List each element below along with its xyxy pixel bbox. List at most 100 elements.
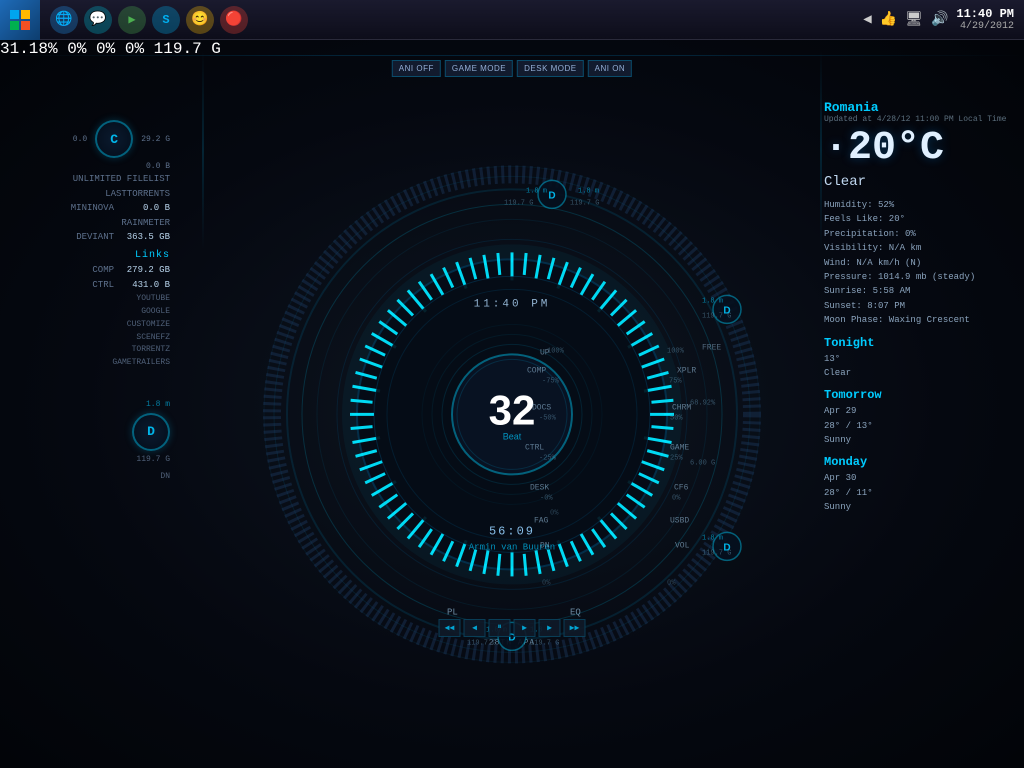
google-link[interactable]: GOOGLE xyxy=(10,306,170,319)
date-display: 4/29/2012 xyxy=(956,21,1014,32)
mininova-label: MININOVA xyxy=(71,202,114,215)
comp-item: COMP 279.2 GB xyxy=(10,264,170,277)
pressure: Pressure: 1014.9 mb (steady) xyxy=(824,270,1009,284)
tomorrow-title: Tomorrow xyxy=(824,388,1009,402)
deviant-item: DEVIANT 363.5 GB xyxy=(10,231,170,244)
stat-zero: 0.0 B xyxy=(10,162,170,171)
youtube-link[interactable]: YOUTUBE xyxy=(10,293,170,306)
svg-text:0%: 0% xyxy=(667,579,676,587)
lasttorrents-item: LASTTORRENTS xyxy=(10,188,170,201)
app-red-icon[interactable]: 🔴 xyxy=(220,6,248,34)
svg-text:USBD: USBD xyxy=(670,516,689,525)
svg-text:-75%: -75% xyxy=(542,377,560,385)
ctrl-label: CTRL xyxy=(92,279,114,292)
vertical-line-right xyxy=(820,50,822,250)
clock: 11:40 PM 4/29/2012 xyxy=(956,7,1014,32)
desk-mode-button[interactable]: DESK MODE xyxy=(517,60,584,77)
svg-text:1.8 m: 1.8 m xyxy=(578,187,599,195)
hud-center: 32 Beat 11:40 PM 56:09 Armin van Buuren … xyxy=(252,154,772,674)
svg-text:119.7 G: 119.7 G xyxy=(467,639,496,647)
ctrl-value: 431.0 B xyxy=(120,279,170,292)
taskbar: 🌐 💬 ▶ S 😊 🔴 ◀ 👍 🖥 🔊 11:40 PM 4/29/2012 xyxy=(0,0,1024,40)
svg-text:-25%: -25% xyxy=(539,454,557,462)
skype-icon[interactable]: S xyxy=(152,6,180,34)
wind: Wind: N/A km/h (N) xyxy=(824,256,1009,270)
tomorrow-forecast: Apr 29 28° / 13° Sunny xyxy=(824,404,1009,447)
game-mode-button[interactable]: GAME MODE xyxy=(445,60,513,77)
svg-text:FAG: FAG xyxy=(534,516,549,525)
weather-updated: Updated at 4/28/12 11:00 PM Local Time xyxy=(824,115,1009,124)
back-icon[interactable]: ◀ xyxy=(863,11,871,28)
taskbar-right: ◀ 👍 🖥 🔊 11:40 PM 4/29/2012 xyxy=(863,7,1024,32)
filelist-label: UNLIMITED FILELIST xyxy=(73,173,170,186)
svg-text:GAME: GAME xyxy=(670,443,689,452)
ani-off-button[interactable]: ANI OFF xyxy=(392,60,441,77)
ani-on-button[interactable]: ANI ON xyxy=(588,60,633,77)
weather-temperature: ·20°C xyxy=(824,129,1009,169)
svg-text:CHRM: CHRM xyxy=(672,403,691,412)
sunset: Sunset: 8:07 PM xyxy=(824,299,1009,313)
torrentz-link[interactable]: TORRENTZ xyxy=(10,344,170,357)
svg-text:100%: 100% xyxy=(547,347,565,355)
vertical-line-left xyxy=(202,50,204,250)
play-button[interactable]: ▶ xyxy=(514,619,536,637)
svg-text:11:40 PM: 11:40 PM xyxy=(474,298,551,310)
prev-button[interactable]: ◀ xyxy=(464,619,486,637)
monitor-icon[interactable]: 🖥 xyxy=(905,11,923,28)
d-button-left[interactable]: D xyxy=(132,413,170,451)
dot-value: 0.0 xyxy=(73,135,87,144)
svg-text:FREE: FREE xyxy=(702,343,721,352)
weather-details: Humidity: 52% Feels Like: 20° Precipitat… xyxy=(824,198,1009,328)
svg-text:1.8 m: 1.8 m xyxy=(526,187,547,195)
rainmeter-label: RAINMETER xyxy=(121,217,170,230)
indicator-119-left: 119.7 G xyxy=(136,455,170,464)
media-controls: ◀◀ ◀ ⏸ ▶ ▶ ▶▶ xyxy=(439,619,586,637)
mininova-item: MININOVA 0.0 B xyxy=(10,202,170,215)
svg-text:-0%: -0% xyxy=(540,494,553,502)
svg-text:1.8 m: 1.8 m xyxy=(702,534,723,542)
weather-condition: Clear xyxy=(824,174,1009,190)
thumbs-icon[interactable]: 👍 xyxy=(880,11,897,28)
hud-buttons-top: ANI OFF GAME MODE DESK MODE ANI ON xyxy=(392,60,632,77)
links-title: Links xyxy=(10,250,170,261)
precipitation: Precipitation: 0% xyxy=(824,227,1009,241)
c-button-left[interactable]: C xyxy=(95,120,133,158)
next-button[interactable]: ▶ xyxy=(539,619,561,637)
svg-text:VOL: VOL xyxy=(675,541,690,550)
moon-phase: Moon Phase: Waxing Crescent xyxy=(824,313,1009,327)
sunrise: Sunrise: 5:58 AM xyxy=(824,284,1009,298)
media-play-icon[interactable]: ▶ xyxy=(118,6,146,34)
tonight-forecast: 13° Clear xyxy=(824,352,1009,381)
volume-icon[interactable]: 🔊 xyxy=(931,11,948,28)
svg-text:DN: DN xyxy=(540,541,550,550)
top-divider xyxy=(0,55,1024,56)
svg-text:-50%: -50% xyxy=(539,414,557,422)
rewind-button[interactable]: ◀◀ xyxy=(439,619,461,637)
svg-text:CTRL: CTRL xyxy=(525,443,544,452)
time-display: 11:40 PM xyxy=(956,7,1014,21)
humidity: Humidity: 52% xyxy=(824,198,1009,212)
customize-link[interactable]: CUSTOMIZE xyxy=(10,319,170,332)
visibility: Visibility: N/A km xyxy=(824,241,1009,255)
hud-svg: 32 Beat 11:40 PM 56:09 Armin van Buuren … xyxy=(252,154,772,674)
browser-icon[interactable]: 🌐 xyxy=(50,6,78,34)
svg-text:56:09: 56:09 xyxy=(489,524,535,538)
svg-text:25%: 25% xyxy=(670,454,683,462)
svg-text:68.92%: 68.92% xyxy=(690,399,716,407)
tonight-title: Tonight xyxy=(824,336,1009,350)
svg-text:EQ: EQ xyxy=(570,607,581,617)
deviant-label: DEVIANT xyxy=(76,231,114,244)
emoji-icon[interactable]: 😊 xyxy=(186,6,214,34)
svg-text:D: D xyxy=(548,190,555,201)
chat-icon[interactable]: 💬 xyxy=(84,6,112,34)
svg-text:Beat: Beat xyxy=(503,431,522,441)
scenefz-link[interactable]: SCENEFZ xyxy=(10,332,170,345)
svg-text:0%: 0% xyxy=(542,579,551,587)
start-button[interactable] xyxy=(0,0,40,40)
gametrailers-link[interactable]: GAMETRAILERS xyxy=(10,357,170,370)
main-area: 0.0 C 29.2 G 0.0 B UNLIMITED FILELIST LA… xyxy=(0,40,1024,768)
pause-button[interactable]: ⏸ xyxy=(489,619,511,637)
svg-text:0%: 0% xyxy=(550,509,559,517)
fast-forward-button[interactable]: ▶▶ xyxy=(564,619,586,637)
svg-text:DESK: DESK xyxy=(530,483,549,492)
